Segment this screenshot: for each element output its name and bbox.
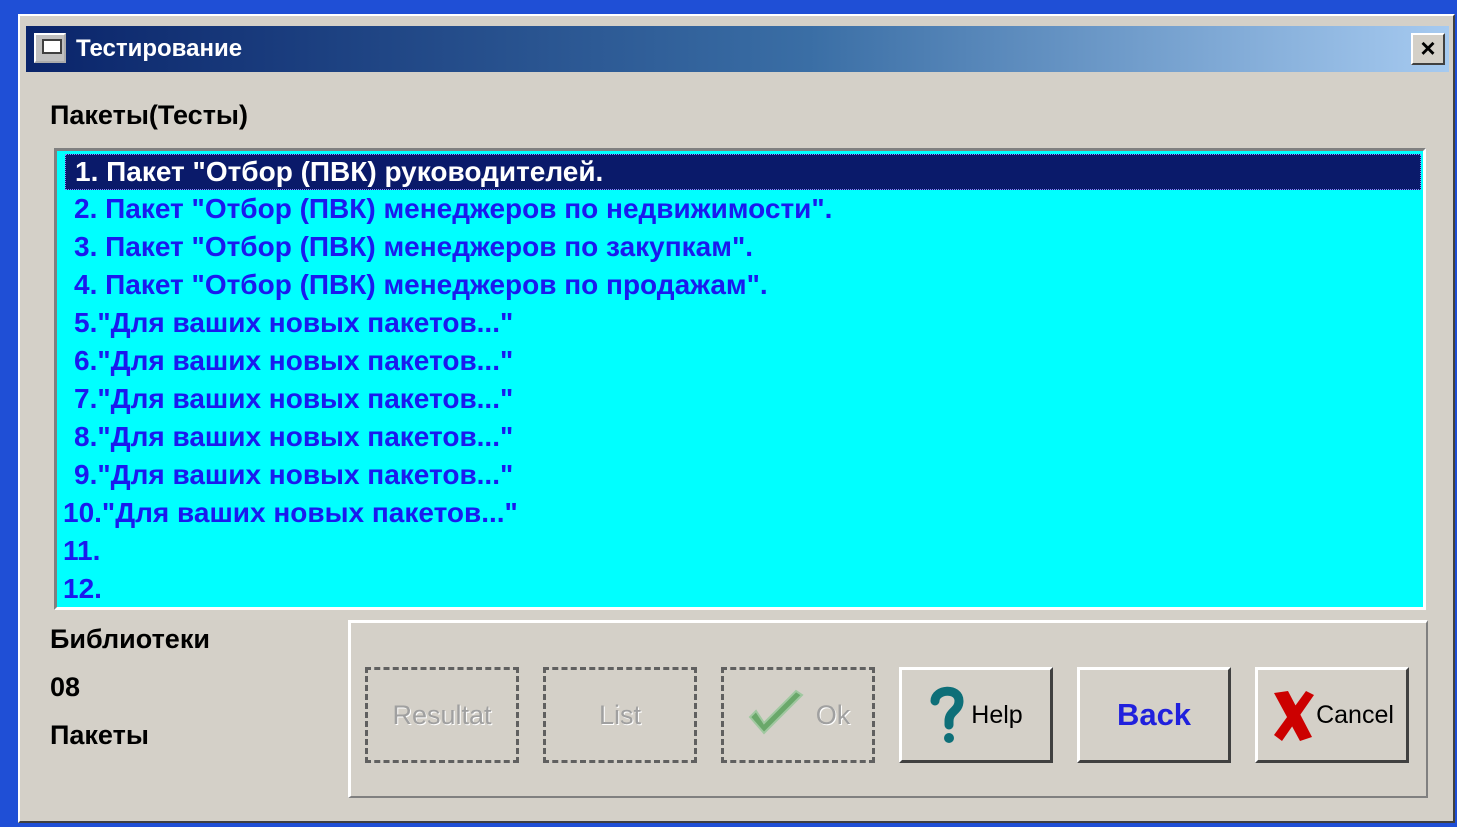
red-x-icon — [1274, 691, 1315, 741]
ok-button[interactable]: Ok — [721, 667, 875, 763]
packages-listbox[interactable]: 1. Пакет "Отбор (ПВК) руководителей. 2. … — [54, 148, 1426, 610]
back-button-label: Back — [1116, 697, 1192, 732]
question-mark-icon — [930, 686, 964, 743]
result-button-label: Resultat — [392, 699, 492, 730]
list-item[interactable]: 3. Пакет "Отбор (ПВК) менеджеров по заку… — [57, 228, 1423, 266]
packages-label: Пакеты(Тесты) — [50, 100, 248, 130]
list-item[interactable]: 2. Пакет "Отбор (ПВК) менеджеров по недв… — [57, 190, 1423, 228]
help-button[interactable]: Help — [899, 667, 1053, 763]
list-item[interactable]: 12. — [57, 570, 1423, 608]
close-button[interactable]: × — [1411, 33, 1445, 65]
list-button[interactable]: List — [543, 667, 697, 763]
list-item[interactable]: 5."Для ваших новых пакетов..." — [57, 304, 1423, 342]
packages-count-label: Пакеты — [50, 720, 149, 750]
list-item[interactable]: 1. Пакет "Отбор (ПВК) руководителей. — [65, 154, 1421, 190]
cancel-button-label: Cancel — [1316, 700, 1394, 729]
title-bar[interactable]: Тестирование × — [26, 26, 1449, 72]
help-button-label: Help — [971, 700, 1023, 729]
libraries-label: Библиотеки — [50, 624, 210, 654]
list-item[interactable]: 6."Для ваших новых пакетов..." — [57, 342, 1423, 380]
list-item[interactable]: 7."Для ваших новых пакетов..." — [57, 380, 1423, 418]
back-button[interactable]: Back — [1077, 667, 1231, 763]
result-button[interactable]: Resultat — [365, 667, 519, 763]
list-item[interactable]: 9."Для ваших новых пакетов..." — [57, 456, 1423, 494]
testing-dialog: Тестирование × Пакеты(Тесты) 1. Пакет "О… — [18, 14, 1455, 823]
window-title: Тестирование — [76, 35, 243, 62]
list-item[interactable]: 4. Пакет "Отбор (ПВК) менеджеров по прод… — [57, 266, 1423, 304]
list-button-label: List — [598, 699, 642, 730]
checkmark-icon — [748, 689, 804, 735]
cancel-button[interactable]: Cancel — [1255, 667, 1409, 763]
libraries-count: 08 — [50, 672, 81, 702]
button-panel: Resultat List Ok Help Back Cancel — [348, 620, 1428, 798]
window-icon[interactable] — [34, 33, 66, 63]
list-item[interactable]: 10."Для ваших новых пакетов..." — [57, 494, 1423, 532]
list-item[interactable]: 11. — [57, 532, 1423, 570]
list-item[interactable]: 8."Для ваших новых пакетов..." — [57, 418, 1423, 456]
ok-button-label: Ok — [815, 699, 851, 730]
